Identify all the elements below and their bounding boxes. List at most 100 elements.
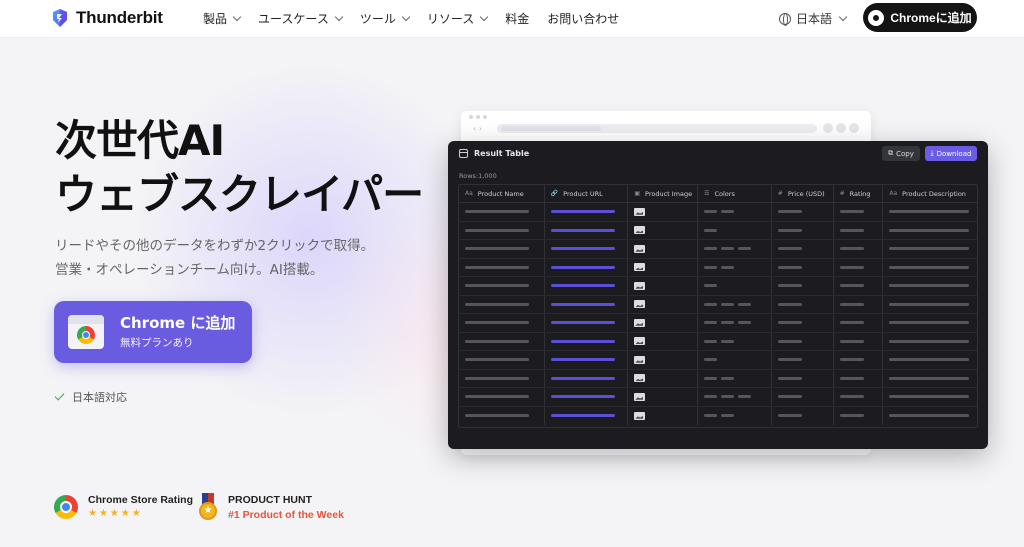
table-row[interactable] <box>459 388 977 407</box>
table-row[interactable] <box>459 258 977 277</box>
menu-item-label: 製品 <box>203 12 228 26</box>
download-icon: ⤓ <box>930 149 934 157</box>
table-row[interactable] <box>459 351 977 370</box>
table-cell <box>545 277 629 295</box>
result-table: Aa Product Name 🔗 Product URL ▣ Product Ima… <box>458 184 978 428</box>
table-cell <box>834 406 884 425</box>
placeholder-bar <box>721 339 735 343</box>
placeholder-bar <box>777 339 802 343</box>
main-menu: 製品 ユースケース ツール リソース 料金 お問い合わせ <box>203 10 637 27</box>
placeholder-bar <box>889 302 970 306</box>
language-selector[interactable]: 日本語 <box>779 10 848 27</box>
table-row[interactable] <box>459 314 977 333</box>
table-cell <box>698 369 772 387</box>
table-cell <box>628 277 699 295</box>
table-cell <box>545 369 629 387</box>
placeholder-bar <box>704 339 718 343</box>
column-header-colors[interactable]: ☰ Colors <box>698 185 772 202</box>
table-row[interactable] <box>459 369 977 388</box>
placeholder-bar <box>465 247 529 251</box>
table-row[interactable] <box>459 406 977 425</box>
browser-control-icon <box>849 123 859 133</box>
badge-title: PRODUCT HUNT <box>228 493 312 506</box>
column-header-product-image[interactable]: ▣ Product Image <box>628 185 699 202</box>
placeholder-bar <box>777 395 802 399</box>
table-cell <box>628 369 699 387</box>
placeholder-bar <box>839 284 864 288</box>
column-label: Product Image <box>645 189 693 198</box>
download-button[interactable]: ⤓ Download <box>925 146 977 161</box>
globe-icon <box>779 12 791 26</box>
menu-item-tools[interactable]: ツール <box>360 10 411 27</box>
placeholder-bar <box>777 210 802 214</box>
hero-cta-note: 無料プランあり <box>120 337 194 349</box>
product-image-thumbnail <box>634 374 646 383</box>
placeholder-bar <box>550 358 615 362</box>
table-cell <box>772 258 834 276</box>
table-cell <box>545 240 629 258</box>
placeholder-bar <box>721 395 735 399</box>
text-type-icon: Aa <box>889 190 898 197</box>
hero-subtitle: リードやその他のデータをわずか2クリックで取得。 営業・オペレーションチーム向け… <box>55 234 374 282</box>
placeholder-bar <box>550 284 615 288</box>
placeholder-bar <box>777 321 802 325</box>
hero-title-line-1: 次世代AI <box>55 116 225 165</box>
table-cell <box>698 406 772 425</box>
placeholder-bar <box>721 210 735 214</box>
placeholder-bar <box>550 414 615 418</box>
column-label: Product Name <box>477 189 524 198</box>
table-cell <box>545 332 629 350</box>
placeholder-bar <box>839 228 864 232</box>
product-image-thumbnail <box>634 355 646 364</box>
placeholder-bar <box>465 395 529 399</box>
table-cell <box>772 221 834 239</box>
panel-title: Result Table <box>474 149 530 158</box>
placeholder-bar <box>704 376 718 380</box>
placeholder-bar <box>839 358 864 362</box>
column-header-price[interactable]: # Price (USD) <box>772 185 834 202</box>
table-cell <box>459 203 545 221</box>
placeholder-bar <box>465 302 529 306</box>
brand-logo[interactable]: Thunderbit <box>50 8 163 28</box>
hero-title: 次世代AI ウェブスクレイパー <box>55 114 424 222</box>
download-label: Download <box>936 149 972 158</box>
thunderbit-logo-icon <box>53 9 67 27</box>
column-header-rating[interactable]: # Rating <box>834 185 884 202</box>
table-cell <box>698 221 772 239</box>
placeholder-bar <box>777 265 802 269</box>
add-to-chrome-nav-button[interactable]: Chromeに追加 <box>863 3 977 32</box>
table-cell <box>459 295 545 313</box>
placeholder-bar <box>889 414 970 418</box>
menu-item-products[interactable]: 製品 <box>203 10 242 27</box>
table-cell <box>883 351 977 369</box>
table-row[interactable] <box>459 277 977 296</box>
menu-item-pricing[interactable]: 料金 <box>505 10 529 27</box>
image-icon: ▣ <box>634 190 641 197</box>
placeholder-bar <box>889 339 970 343</box>
table-cell <box>698 388 772 406</box>
table-row[interactable] <box>459 295 977 314</box>
chevron-down-icon <box>480 12 489 22</box>
product-image-thumbnail <box>634 318 646 327</box>
add-to-chrome-hero-button[interactable]: Chrome に追加 無料プランあり <box>54 301 252 363</box>
support-note-text: 日本語対応 <box>72 391 127 404</box>
table-row[interactable] <box>459 221 977 240</box>
column-label: Rating <box>849 189 871 198</box>
table-cell <box>545 388 629 406</box>
menu-item-label: お問い合わせ <box>547 12 620 26</box>
table-row[interactable] <box>459 203 977 222</box>
placeholder-bar <box>738 302 752 306</box>
menu-item-contact[interactable]: お問い合わせ <box>547 10 619 27</box>
column-header-product-description[interactable]: Aa Product Description <box>883 185 977 202</box>
placeholder-bar <box>777 284 802 288</box>
placeholder-bar <box>704 247 718 251</box>
table-cell <box>545 258 629 276</box>
product-image-thumbnail <box>634 263 646 272</box>
menu-item-resources[interactable]: リソース <box>427 10 489 27</box>
copy-button[interactable]: ⧉ Copy <box>882 146 920 161</box>
column-header-product-url[interactable]: 🔗 Product URL <box>545 185 629 202</box>
table-row[interactable] <box>459 332 977 351</box>
table-row[interactable] <box>459 240 977 259</box>
column-header-product-name[interactable]: Aa Product Name <box>459 185 545 202</box>
menu-item-use-cases[interactable]: ユースケース <box>258 10 344 27</box>
